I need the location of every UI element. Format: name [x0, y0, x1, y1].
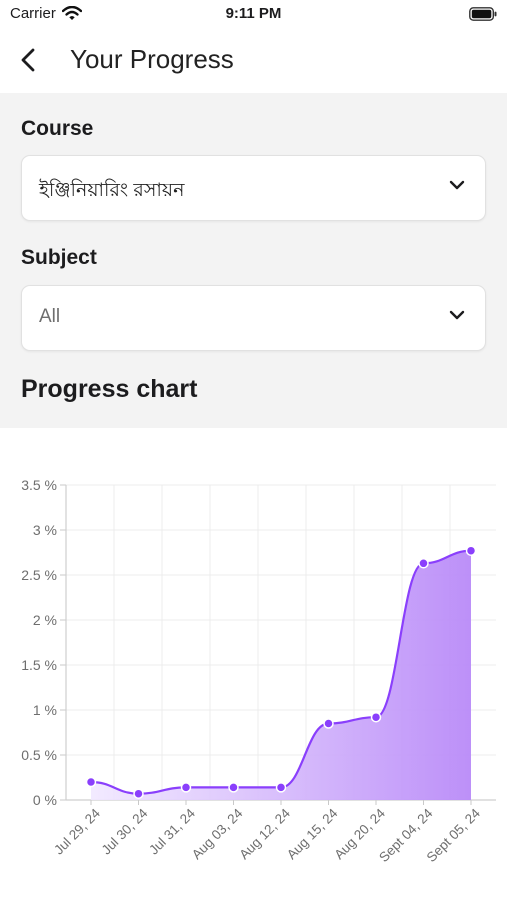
subject-select-value: All — [39, 306, 61, 327]
y-tick-label: 2.5 % — [21, 567, 57, 583]
filter-panel: Course ইঞ্জিনিয়ারিং রসায়ন Subject All … — [0, 93, 507, 428]
chevron-down-icon — [449, 310, 465, 320]
y-tick-label: 1.5 % — [21, 657, 57, 673]
data-point — [275, 782, 287, 793]
y-tick-label: 3.5 % — [21, 477, 57, 493]
data-point — [228, 782, 239, 793]
data-point — [370, 711, 382, 723]
progress-chart-svg: 0 % 0.5 % 1 % 1.5 % 2 % 2.5 % 3 % 3.5 % Jul 29, … — [21, 477, 496, 865]
progress-chart: 0 % 0.5 % 1 % 1.5 % 2 % 2.5 % 3 % 3.5 % Jul 29, … — [0, 428, 507, 900]
subject-label: Subject — [21, 246, 97, 269]
page-title: Your Progress — [70, 44, 234, 74]
course-select-value: ইঞ্জিনিয়ারিং রসায়ন — [39, 180, 185, 201]
data-point — [85, 776, 97, 788]
y-tick-label: 1 % — [33, 702, 57, 718]
status-bar: Carrier 9:11 PM — [0, 0, 507, 30]
y-tick-label: 2 % — [33, 612, 57, 628]
series-area — [91, 550, 471, 800]
y-tick-label: 0 % — [33, 792, 57, 808]
navigation-bar: Your Progress — [0, 30, 507, 93]
subject-select[interactable]: All — [21, 285, 486, 351]
x-tick-label: Jul 29, 24 — [51, 805, 103, 857]
course-select[interactable]: ইঞ্জিনিয়ারিং রসায়ন — [21, 155, 486, 221]
progress-chart-title: Progress chart — [21, 375, 198, 403]
y-tick-label: 0.5 % — [21, 747, 57, 763]
y-tick-label: 3 % — [33, 522, 57, 538]
status-time: 9:11 PM — [225, 5, 282, 22]
data-point — [323, 718, 334, 729]
data-point — [418, 558, 429, 569]
chevron-down-icon — [449, 180, 465, 190]
data-point — [180, 782, 192, 793]
course-label: Course — [21, 117, 94, 140]
back-button[interactable] — [10, 42, 46, 78]
data-point — [133, 788, 144, 799]
x-tick-label: Jul 30, 24 — [99, 805, 151, 857]
data-point — [465, 545, 477, 556]
chevron-left-icon — [21, 48, 35, 72]
battery-icon — [469, 7, 497, 26]
